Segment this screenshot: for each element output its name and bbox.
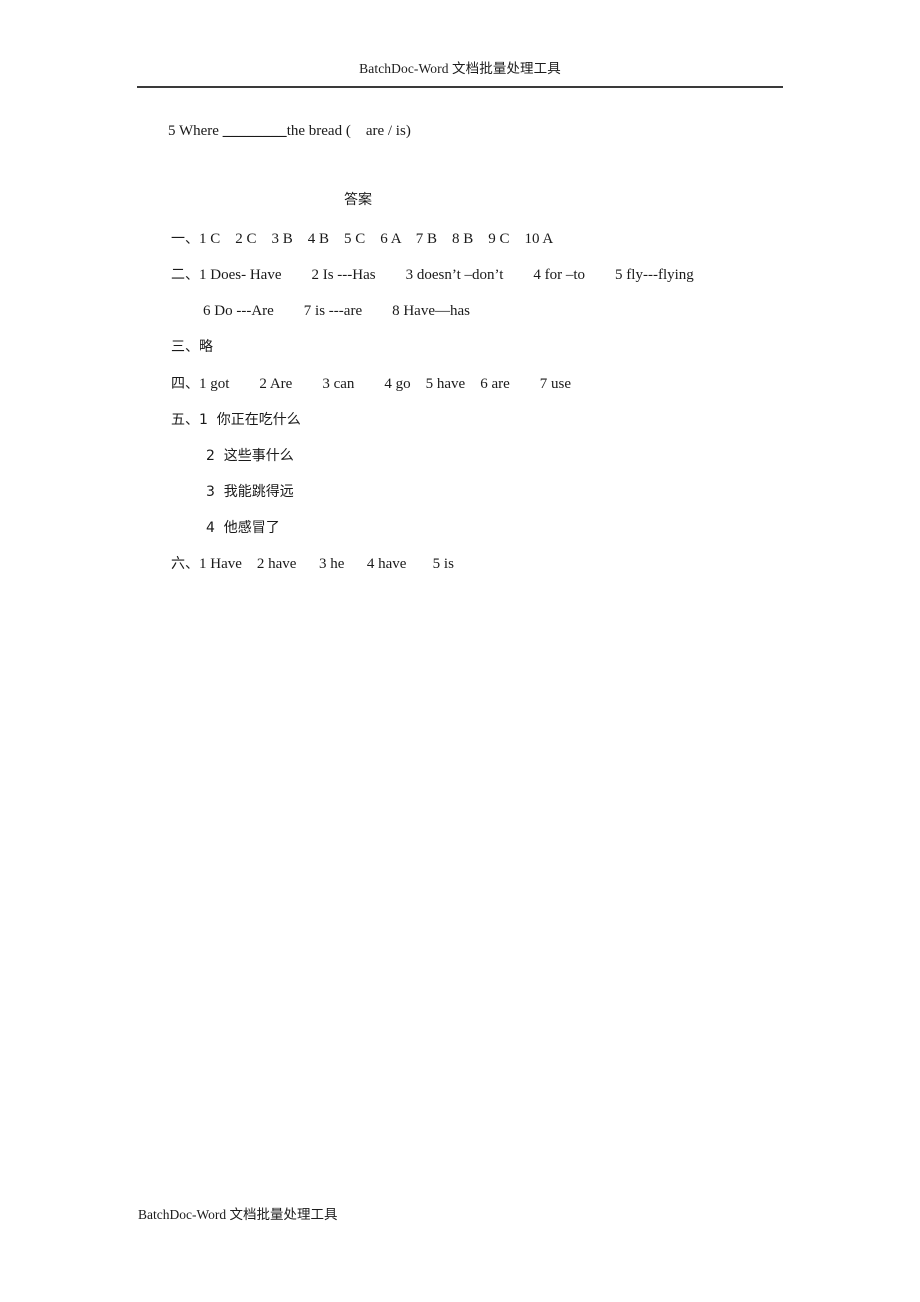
question-suffix: the bread ( are / is) — [286, 123, 411, 139]
answer-row-label: 六、 — [171, 556, 199, 572]
question-blank: ________ — [222, 123, 287, 139]
answer-row-5: 五、1 你正在吃什么 — [171, 409, 301, 431]
answer-row-text: 1 got 2 Are 3 can 4 go 5 have 6 are 7 us… — [199, 376, 572, 392]
header-title: BatchDoc-Word 文档批量处理工具 — [359, 61, 561, 76]
page-header: BatchDoc-Word 文档批量处理工具 — [137, 60, 783, 78]
answer-row-1: 一、1 C 2 C 3 B 4 B 5 C 6 A 7 B 8 B 9 C 10… — [171, 228, 553, 250]
answer-row-5-item-3: 3 我能跳得远 — [206, 481, 294, 503]
answer-row-text: 4 他感冒了 — [206, 520, 280, 536]
answer-row-2-cont: 6 Do ---Are 7 is ---are 8 Have—has — [203, 300, 470, 322]
answer-row-text: 1 Does- Have 2 Is ---Has 3 doesn’t –don’… — [199, 267, 694, 283]
answer-row-text: 3 我能跳得远 — [206, 484, 294, 500]
page-footer: BatchDoc-Word 文档批量处理工具 — [138, 1206, 338, 1224]
answer-row-text: 略 — [199, 339, 213, 355]
header-divider — [137, 86, 783, 88]
answer-row-text: 1 Have 2 have 3 he 4 have 5 is — [199, 556, 454, 572]
answer-row-label: 五、 — [171, 412, 199, 428]
answer-row-5-item-4: 4 他感冒了 — [206, 517, 280, 539]
answer-row-5-item-2: 2 这些事什么 — [206, 445, 294, 467]
answer-row-label: 二、 — [171, 267, 199, 283]
document-page: BatchDoc-Word 文档批量处理工具 5 Where ________t… — [0, 0, 920, 1302]
answer-row-text: 6 Do ---Are 7 is ---are 8 Have—has — [203, 303, 470, 319]
question-prefix: 5 Where — [168, 123, 223, 139]
answer-row-6: 六、1 Have 2 have 3 he 4 have 5 is — [171, 553, 454, 575]
answer-row-label: 三、 — [171, 339, 199, 355]
answer-row-label: 四、 — [171, 376, 199, 392]
answer-row-4: 四、1 got 2 Are 3 can 4 go 5 have 6 are 7 … — [171, 373, 571, 395]
answer-row-text: 1 你正在吃什么 — [199, 412, 301, 428]
question-line-5: 5 Where ________the bread ( are / is) — [168, 120, 411, 142]
answer-row-3: 三、略 — [171, 336, 213, 358]
footer-title: BatchDoc-Word 文档批量处理工具 — [138, 1207, 338, 1222]
answers-heading-text: 答案 — [344, 192, 372, 208]
answers-heading: 答案 — [168, 189, 548, 211]
answer-row-text: 1 C 2 C 3 B 4 B 5 C 6 A 7 B 8 B 9 C 10 A — [199, 231, 554, 247]
answer-row-label: 一、 — [171, 231, 199, 247]
answer-row-text: 2 这些事什么 — [206, 448, 294, 464]
answer-row-2: 二、1 Does- Have 2 Is ---Has 3 doesn’t –do… — [171, 264, 694, 286]
